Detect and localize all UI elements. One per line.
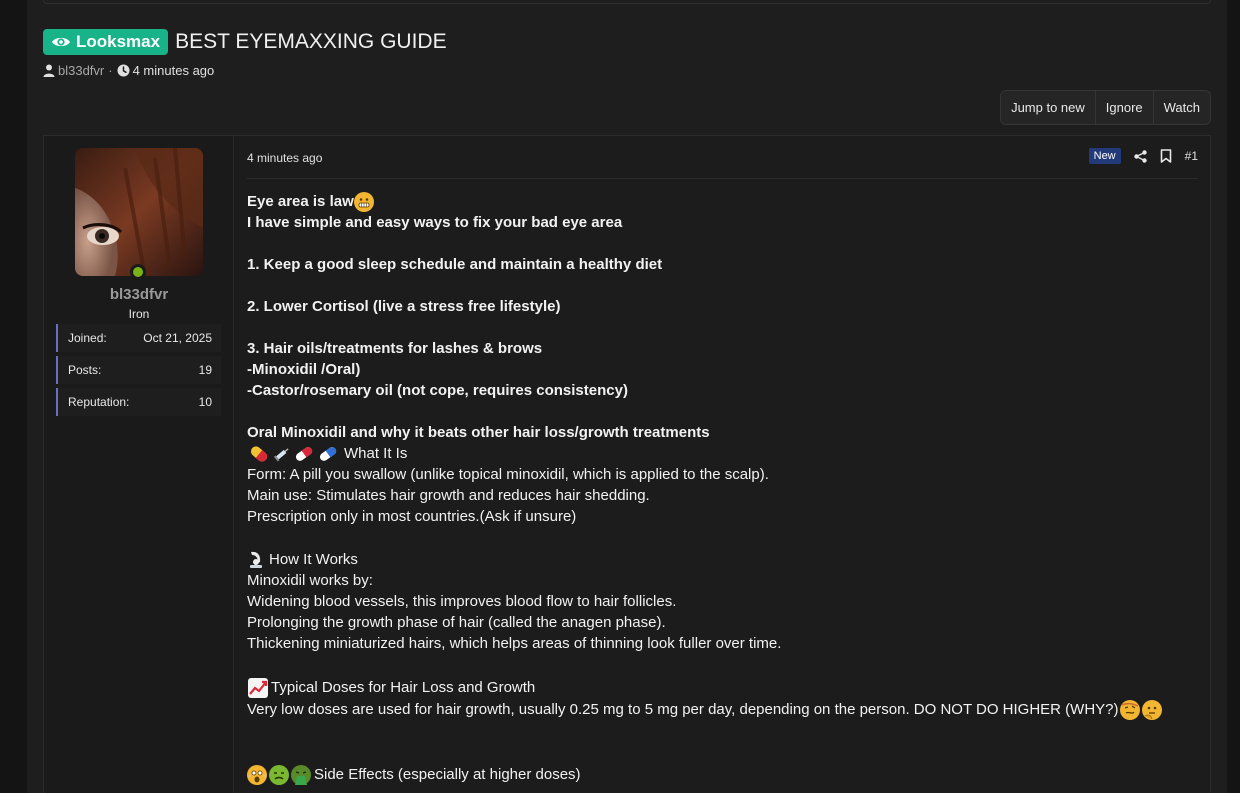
grimace-emoji-icon bbox=[353, 191, 374, 212]
post-line: Widening blood vessels, this improves bl… bbox=[247, 591, 1200, 612]
post-line: Side Effects (especially at higher doses… bbox=[247, 764, 1200, 785]
vomiting-face-emoji-icon bbox=[291, 764, 311, 785]
post-text: 2. Lower Cortisol (live a stress free li… bbox=[247, 298, 561, 315]
user-title: Iron bbox=[128, 307, 150, 321]
page: Looksmax BEST EYEMAXXING GUIDE bl33dfvr … bbox=[27, 0, 1227, 793]
post-line: Typical Doses for Hair Loss and Growth bbox=[247, 677, 1200, 698]
new-badge: New bbox=[1088, 148, 1121, 164]
post-line: -Castor/rosemary oil (not cope, requires… bbox=[247, 380, 1200, 401]
thread-prefix-text: Looksmax bbox=[76, 32, 161, 51]
post-text: Side Effects (especially at higher doses… bbox=[314, 766, 581, 783]
stat-value: 10 bbox=[198, 395, 212, 409]
post-user-panel: bl33dfvr Iron Joined: Oct 21, 2025 Posts… bbox=[44, 136, 234, 793]
bookmark-icon[interactable] bbox=[1160, 149, 1172, 163]
jump-to-new-button[interactable]: Jump to new bbox=[1001, 91, 1096, 124]
post-body: Eye area is law I have simple and easy w… bbox=[247, 191, 1200, 785]
post-text: Widening blood vessels, this improves bl… bbox=[247, 593, 677, 610]
meta-separator: · bbox=[108, 63, 113, 78]
post-text: Main use: Stimulates hair growth and red… bbox=[247, 487, 650, 504]
post-text: Very low doses are used for hair growth,… bbox=[247, 701, 1119, 718]
online-status-indicator bbox=[130, 264, 146, 280]
post-text: Oral Minoxidil and why it beats other ha… bbox=[247, 424, 710, 441]
post-line: 2. Lower Cortisol (live a stress free li… bbox=[247, 296, 1200, 317]
top-block-edge bbox=[43, 0, 1211, 4]
syringe-emoji-icon bbox=[273, 445, 291, 463]
share-icon[interactable] bbox=[1133, 149, 1147, 163]
thread-header: Looksmax BEST EYEMAXXING GUIDE bbox=[43, 29, 447, 55]
nauseated-face-emoji-icon bbox=[269, 764, 289, 785]
eye-icon bbox=[52, 37, 70, 47]
thread-author-link[interactable]: bl33dfvr bbox=[58, 63, 104, 78]
post-text: Eye area is law bbox=[247, 193, 354, 210]
post-line: Thickening miniaturized hairs, which hel… bbox=[247, 633, 1200, 654]
blue-pill-emoji-icon bbox=[317, 445, 339, 463]
post-date[interactable]: 4 minutes ago bbox=[247, 151, 322, 165]
chart-increasing-emoji-icon bbox=[247, 677, 269, 699]
pill-emoji-icon bbox=[247, 443, 271, 465]
post-line: Very low doses are used for hair growth,… bbox=[247, 699, 1200, 720]
post-line: -Minoxidil /Oral) bbox=[247, 359, 1200, 380]
post-number-link[interactable]: #1 bbox=[1185, 149, 1198, 163]
post-text: I have simple and easy ways to fix your … bbox=[247, 214, 623, 231]
post-username[interactable]: bl33dfvr bbox=[44, 286, 234, 303]
post-line: Prescription only in most countries.(Ask… bbox=[247, 506, 1200, 527]
page-title: BEST EYEMAXXING GUIDE bbox=[175, 30, 447, 53]
post-line: What It Is bbox=[247, 443, 1200, 464]
stat-value[interactable]: 19 bbox=[199, 363, 212, 377]
post-attribution: 4 minutes ago New #1 bbox=[247, 136, 1198, 179]
post-attribution-actions: New #1 bbox=[1088, 148, 1198, 164]
post-text: What It Is bbox=[344, 445, 408, 462]
post-line: Oral Minoxidil and why it beats other ha… bbox=[247, 422, 1200, 443]
post-text: -Minoxidil /Oral) bbox=[247, 361, 361, 378]
post-text: Prolonging the growth phase of hair (cal… bbox=[247, 614, 666, 631]
post-line: I have simple and easy ways to fix your … bbox=[247, 212, 1200, 233]
thread-start-time[interactable]: 4 minutes ago bbox=[133, 63, 215, 78]
post-text: Prescription only in most countries.(Ask… bbox=[247, 508, 577, 525]
post-text: 1. Keep a good sleep schedule and mainta… bbox=[247, 256, 663, 273]
clock-icon bbox=[117, 64, 130, 77]
post-line: Prolonging the growth phase of hair (cal… bbox=[247, 612, 1200, 633]
thread-meta: bl33dfvr · 4 minutes ago bbox=[43, 63, 214, 78]
post-line: How It Works bbox=[247, 549, 1200, 570]
avatar[interactable] bbox=[75, 148, 203, 276]
stat-posts: Posts: 19 bbox=[56, 356, 221, 384]
screaming-face-emoji-icon bbox=[247, 764, 267, 785]
stat-label: Joined: bbox=[68, 331, 107, 345]
stat-joined: Joined: Oct 21, 2025 bbox=[56, 324, 221, 352]
stat-value: Oct 21, 2025 bbox=[143, 331, 212, 345]
post-text: Form: A pill you swallow (unlike topical… bbox=[247, 466, 769, 483]
post-text: Thickening miniaturized hairs, which hel… bbox=[247, 635, 782, 652]
post-line: 1. Keep a good sleep schedule and mainta… bbox=[247, 254, 1200, 275]
post-text: Minoxidil works by: bbox=[247, 572, 373, 589]
thread-prefix-label[interactable]: Looksmax bbox=[43, 29, 169, 55]
post-main: 4 minutes ago New #1 Eye area is law I h… bbox=[235, 136, 1210, 793]
watch-button[interactable]: Watch bbox=[1154, 91, 1210, 124]
post-text: 3. Hair oils/treatments for lashes & bro… bbox=[247, 340, 543, 357]
ignore-button[interactable]: Ignore bbox=[1096, 91, 1154, 124]
post-message: bl33dfvr Iron Joined: Oct 21, 2025 Posts… bbox=[43, 135, 1211, 793]
red-pill-emoji-icon bbox=[293, 445, 315, 463]
post-line: Form: A pill you swallow (unlike topical… bbox=[247, 464, 1200, 485]
post-text: Typical Doses for Hair Loss and Growth bbox=[271, 679, 536, 696]
post-line: Minoxidil works by: bbox=[247, 570, 1200, 591]
post-text: -Castor/rosemary oil (not cope, requires… bbox=[247, 382, 628, 399]
user-icon bbox=[43, 64, 55, 77]
woozy-face-emoji-icon bbox=[1119, 699, 1140, 720]
thinking-face-emoji-icon bbox=[1141, 699, 1162, 720]
user-stats: Joined: Oct 21, 2025 Posts: 19 Reputatio… bbox=[56, 324, 221, 420]
stat-label: Reputation: bbox=[68, 395, 130, 409]
stat-reputation: Reputation: 10 bbox=[56, 388, 221, 416]
stat-label: Posts: bbox=[68, 363, 102, 377]
avatar-image bbox=[75, 148, 203, 276]
post-line: Main use: Stimulates hair growth and red… bbox=[247, 485, 1200, 506]
post-line: Eye area is law bbox=[247, 191, 1200, 212]
post-line: 3. Hair oils/treatments for lashes & bro… bbox=[247, 338, 1200, 359]
thread-actions: Jump to new Ignore Watch bbox=[1000, 90, 1211, 125]
microscope-emoji-icon bbox=[247, 550, 267, 570]
post-text: How It Works bbox=[269, 551, 358, 568]
